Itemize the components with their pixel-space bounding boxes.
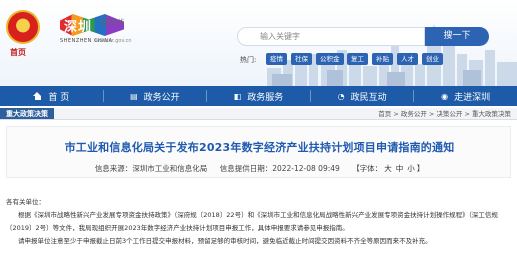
nav-gov-open[interactable]: ▤ 政务公开: [104, 86, 207, 106]
nav-gov-service[interactable]: ◧ 政务服务: [207, 86, 310, 106]
date-value: 2022-12-08 09:49: [272, 164, 340, 173]
globe-icon: ◉: [441, 91, 449, 101]
breadcrumb-bar: 重大政策决策 首页 > 政务公开 > 决策公开 > 重大政策决策: [0, 108, 517, 120]
document-icon: ▤: [130, 91, 138, 101]
logo-subtitle: 政府在线: [100, 19, 125, 26]
hot-tag[interactable]: 复工: [347, 53, 368, 65]
main-nav: 首 页 ▤ 政务公开 ◧ 政务服务 ◔ 政民互动 ◉ 走进深圳: [0, 86, 517, 106]
nav-home[interactable]: 首 页: [0, 86, 103, 106]
paragraph: 根据《深圳市战略性新兴产业发展专项资金扶持政策》（深府规〔2018〕22号）和《…: [6, 211, 498, 232]
hot-tag[interactable]: 人才: [397, 53, 418, 65]
salutation: 各有关单位：: [6, 198, 45, 206]
nav-label: 政民互动: [350, 92, 387, 103]
font-large-button[interactable]: 大: [384, 164, 392, 173]
article-header: 市工业和信息化局关于发布2023年数字经济产业扶持计划项目申请指南的通知 信息来…: [6, 126, 511, 178]
hot-tag[interactable]: 社保: [291, 53, 312, 65]
article-title: 市工业和信息化局关于发布2023年数字经济产业扶持计划项目申请指南的通知: [64, 141, 455, 154]
font-close: 】: [416, 164, 425, 173]
chat-icon: ◔: [337, 91, 345, 101]
source-value: 深圳市工业和信息化局: [132, 164, 208, 173]
breadcrumb[interactable]: 首页 > 政务公开 > 决策公开 > 重大政策决策: [378, 108, 511, 120]
source-meta: 信息来源：深圳市工业和信息化局: [95, 164, 208, 173]
nav-label: 首 页: [48, 92, 70, 103]
source-label: 信息来源：: [94, 164, 133, 173]
nav-interaction[interactable]: ◔ 政民互动: [311, 86, 414, 106]
article-body: 各有关单位： 根据《深圳市战略性新兴产业发展专项资金扶持政策》（深府规〔2018…: [6, 196, 511, 248]
hot-tag[interactable]: 补贴: [372, 53, 393, 65]
font-small-button[interactable]: 小: [407, 164, 415, 173]
national-emblem-icon[interactable]: ★: [6, 10, 40, 44]
nav-about-shenzhen[interactable]: ◉ 走进深圳: [414, 86, 517, 106]
home-label[interactable]: 首页: [10, 47, 26, 58]
paragraph: 请申报单位注意至少于申报截止日前3个工作日提交申报材料，预留足够的审核时间，避免…: [18, 237, 432, 245]
date-meta: 信息提供日期：2022-12-08 09:49: [220, 164, 340, 173]
font-medium-button[interactable]: 中: [396, 164, 404, 173]
font-label: 【字体：: [352, 164, 383, 173]
font-size-control: 【字体：大中小】: [352, 164, 424, 173]
search-button[interactable]: 搜一下: [425, 27, 489, 46]
section-label[interactable]: 重大政策决策: [0, 108, 54, 119]
site-header: ★ 首页 深圳 政府在线 SHENZHEN CHINA www.sz.gov.c…: [0, 0, 517, 86]
nav-label: 走进深圳: [454, 92, 491, 103]
date-label: 信息提供日期：: [219, 164, 273, 173]
service-icon: ◧: [233, 91, 242, 101]
hot-tag[interactable]: 公积金: [316, 53, 344, 65]
nav-label: 政务公开: [143, 92, 180, 103]
hot-tag[interactable]: 创业: [422, 53, 443, 65]
nav-label: 政务服务: [247, 92, 284, 103]
search-input[interactable]: 输入关键字: [237, 27, 425, 46]
logo-text: 深圳: [64, 20, 93, 35]
hot-tag[interactable]: 疫情: [266, 53, 287, 65]
logo-url: www.sz.gov.cn: [95, 38, 132, 44]
hot-label: 热门:: [240, 56, 257, 64]
home-icon: [33, 92, 42, 100]
article-meta: 信息来源：深圳市工业和信息化局 信息提供日期：2022-12-08 09:49 …: [7, 163, 512, 174]
